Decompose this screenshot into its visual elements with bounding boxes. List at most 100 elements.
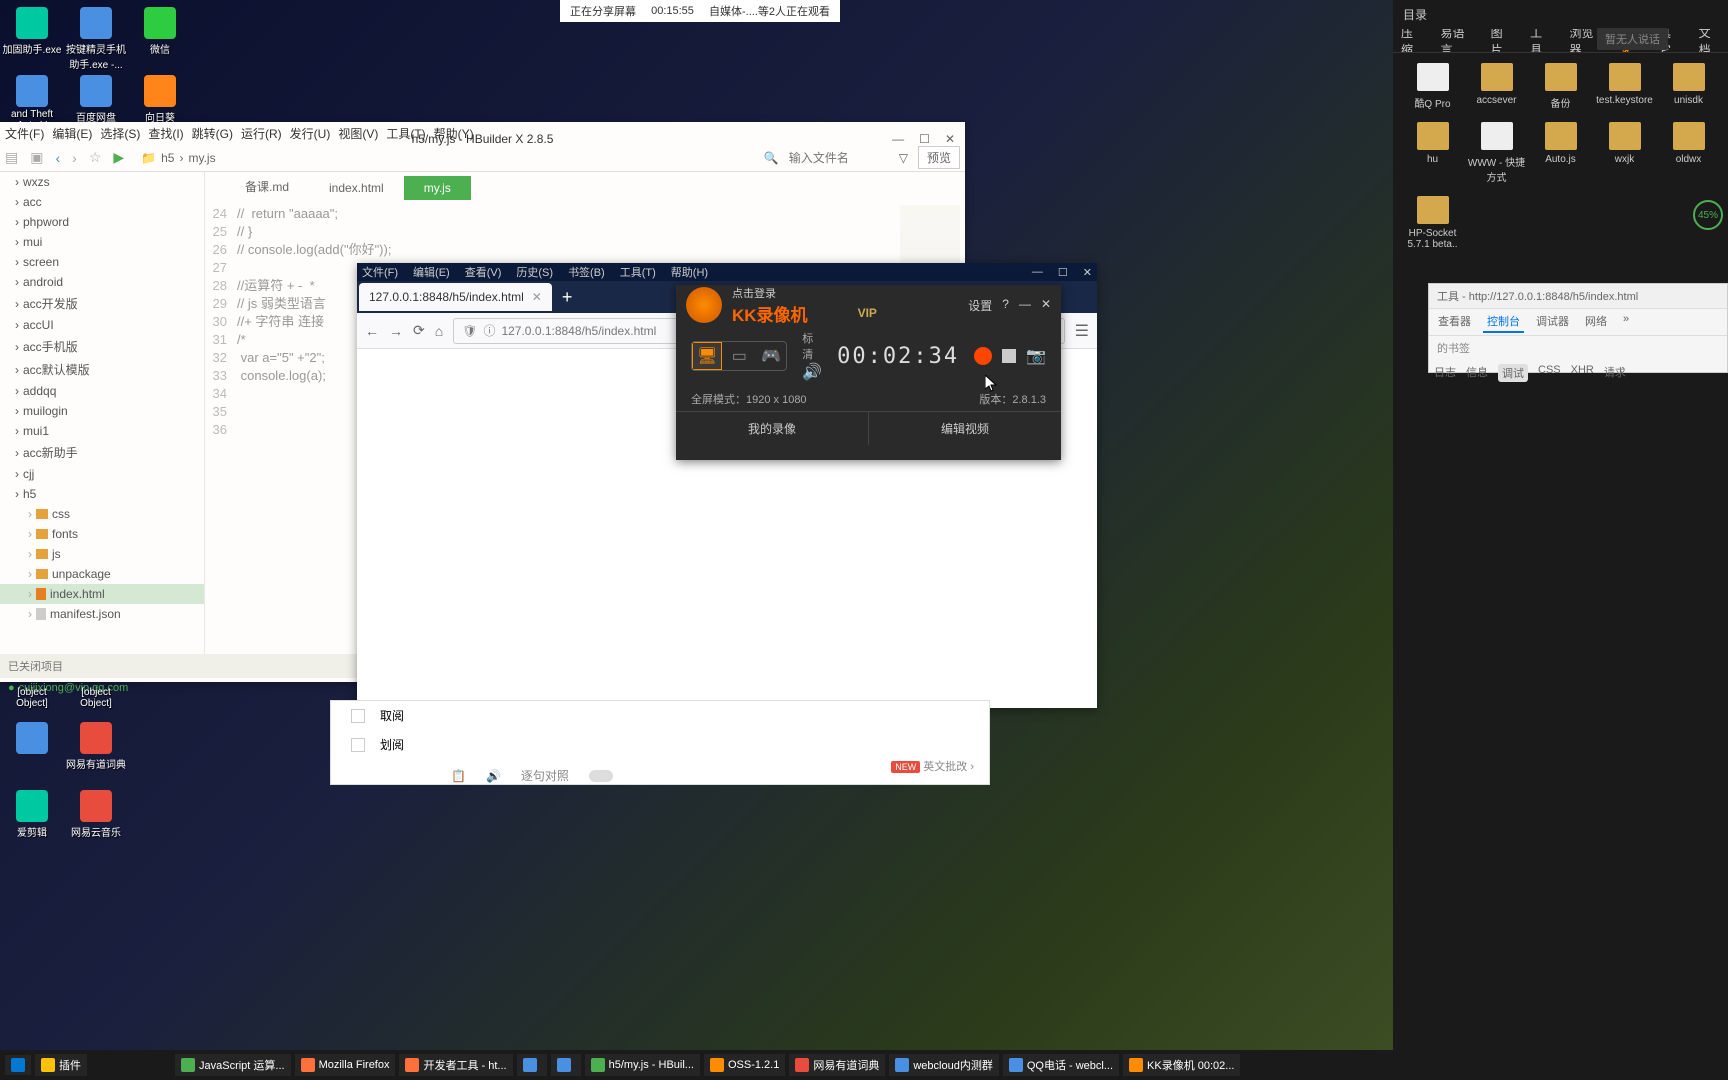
browser-tab[interactable]: 127.0.0.1:8848/h5/index.html ✕ [359,283,552,311]
dt-tab-debugger[interactable]: 调试器 [1532,311,1573,333]
edit-video-button[interactable]: 编辑视频 [869,412,1061,445]
taskbar-item[interactable]: Mozilla Firefox [295,1054,396,1076]
desktop-icon[interactable]: [object Object] [2,687,62,709]
ff-menu-edit[interactable]: 编辑(E) [413,264,450,280]
menu-file[interactable]: 文件(F) [5,125,44,142]
desktop-icon[interactable]: 网易云音乐 [66,790,126,839]
taskbar-item[interactable] [551,1054,581,1076]
filter-icon[interactable]: ▽ [899,151,908,165]
search-icon[interactable]: 🔍 [764,151,779,165]
dict-item[interactable]: 取阅 [380,707,404,724]
maximize-button[interactable]: ☐ [1058,266,1068,279]
star-icon[interactable]: ☆ [89,149,102,166]
forward-button[interactable]: → [389,323,403,339]
desktop-icon[interactable]: 按键精灵手机助手.exe -... [66,7,126,71]
tab-close-icon[interactable]: ✕ [532,290,542,304]
tree-item[interactable]: › screen [0,252,204,272]
reload-button[interactable]: ⟳ [413,322,425,339]
menu-view[interactable]: 视图(V) [338,125,378,142]
mode-screen-icon[interactable]: 🖥 [692,342,722,370]
mode-game-icon[interactable]: 🎮 [756,342,786,370]
filter-css[interactable]: CSS [1538,364,1561,382]
tab-beike[interactable]: 备课.md [225,173,309,200]
hamburger-menu-icon[interactable]: ☰ [1075,321,1089,341]
filter-log[interactable]: 日志 [1434,364,1456,382]
file-icon[interactable]: wxjk [1595,122,1654,184]
menu-find[interactable]: 查找(I) [148,125,183,142]
menu-edit[interactable]: 编辑(E) [52,125,92,142]
toggle-switch[interactable] [589,770,613,782]
ff-menu-view[interactable]: 查看(V) [465,264,502,280]
taskbar-item[interactable]: OSS-1.2.1 [704,1054,785,1076]
more-icon[interactable]: » [1619,311,1633,333]
sound-icon[interactable]: 🔊 [486,769,501,783]
filter-xhr[interactable]: XHR [1571,364,1594,382]
taskbar-item[interactable]: webcloud内测群 [889,1054,998,1076]
camera-icon[interactable]: 📷 [1026,346,1046,366]
category-tab[interactable]: 图片 [1491,29,1512,53]
new-tab-button[interactable]: + [562,287,573,308]
desktop-icon[interactable]: 微信 [130,7,190,71]
tree-item[interactable]: › acc新助手 [0,441,204,464]
record-button[interactable] [974,347,992,365]
tree-item[interactable]: › h5 [0,484,204,504]
taskbar-item[interactable]: h5/my.js - HBuil... [585,1054,700,1076]
close-button[interactable]: ✕ [945,132,955,146]
login-button[interactable]: 点击登录 [732,285,958,301]
tree-item[interactable]: › addqq [0,381,204,401]
taskbar-item[interactable]: JavaScript 运算... [175,1054,291,1076]
new-feature[interactable]: NEW 英文批改 › [891,758,974,774]
taskbar-item[interactable]: QQ电话 - webcl... [1003,1054,1119,1076]
taskbar-item[interactable]: 插件 [35,1054,87,1076]
sidebar-toggle-icon[interactable]: ▤ [5,149,18,166]
filename-input[interactable] [789,151,889,165]
tree-item[interactable]: › mui1 [0,421,204,441]
vip-label[interactable]: VIP [858,306,877,320]
tree-item[interactable]: › acc手机版 [0,335,204,358]
tree-item[interactable]: › index.html [0,584,204,604]
play-icon[interactable]: ▶ [113,149,124,166]
menu-select[interactable]: 选择(S) [100,125,140,142]
taskbar-item[interactable] [517,1054,547,1076]
project-tree[interactable]: › wxzs› acc› phpword› mui› screen› andro… [0,172,205,654]
desktop-icon[interactable]: 加固助手.exe [2,7,62,71]
maximize-button[interactable]: ☐ [919,132,930,146]
help-icon[interactable]: ? [1002,297,1009,314]
dt-tab-console[interactable]: 控制台 [1483,311,1524,333]
back-button[interactable]: ‹ [55,150,60,166]
ff-menu-file[interactable]: 文件(F) [362,264,398,280]
file-icon[interactable]: unisdk [1659,63,1718,110]
file-icon[interactable]: HP-Socket 5.7.1 beta.. [1403,196,1462,250]
taskbar-item[interactable]: 开发者工具 - ht... [399,1054,512,1076]
ff-menu-history[interactable]: 历史(S) [516,264,553,280]
tree-item[interactable]: › acc开发版 [0,292,204,315]
terminal-icon[interactable]: ▣ [30,149,43,166]
filter-info[interactable]: 信息 [1466,364,1488,382]
ff-menu-help[interactable]: 帮助(H) [671,264,708,280]
file-icon[interactable]: accsever [1467,63,1526,110]
copy-icon[interactable]: 📋 [451,769,466,783]
taskbar-item[interactable]: 网易有道词典 [789,1054,885,1076]
my-recordings-button[interactable]: 我的录像 [676,412,869,445]
tree-item[interactable]: › muilogin [0,401,204,421]
desktop-icon[interactable]: [object Object] [66,687,126,709]
file-icon[interactable]: 备份 [1531,63,1590,110]
stop-button[interactable] [1002,349,1016,363]
speaker-icon[interactable]: 🔊 [802,362,822,382]
mode-window-icon[interactable]: ▭ [724,342,754,370]
category-tab[interactable]: 易语言 [1440,29,1472,53]
menu-run[interactable]: 运行(R) [241,125,282,142]
file-icon[interactable]: 酷Q Pro [1403,63,1462,110]
tree-item[interactable]: › css [0,504,204,524]
minimize-button[interactable]: — [1032,266,1043,279]
menu-goto[interactable]: 跳转(G) [192,125,233,142]
tree-item[interactable]: › phpword [0,212,204,232]
file-icon[interactable]: test.keystore [1595,63,1654,110]
close-button[interactable]: ✕ [1041,297,1051,314]
menu-publish[interactable]: 发行(U) [290,125,331,142]
tree-item[interactable]: › cjj [0,464,204,484]
category-tab[interactable]: 压缩 [1401,29,1422,53]
dt-tab-inspector[interactable]: 查看器 [1434,311,1475,333]
start-button[interactable] [5,1055,31,1075]
checkbox[interactable] [351,738,365,752]
